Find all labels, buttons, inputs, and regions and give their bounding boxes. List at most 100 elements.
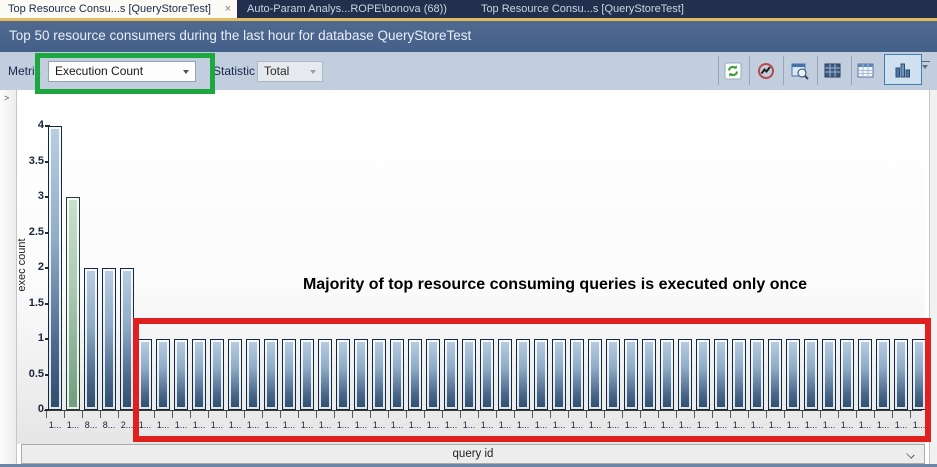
bar[interactable] <box>534 339 548 410</box>
bar[interactable] <box>372 339 386 410</box>
tab-label: Top Resource Consu...s [QueryStoreTest] <box>8 0 211 18</box>
metric-dropdown[interactable]: Execution Count <box>48 61 196 82</box>
bar-highlighted[interactable] <box>66 197 80 410</box>
bar[interactable] <box>804 339 818 410</box>
bar[interactable] <box>48 126 62 410</box>
x-tick-mark <box>802 411 803 418</box>
x-tick-label: 1... <box>856 420 874 430</box>
y-tick-label: 3.5 <box>18 155 44 167</box>
tab-top-resource-consumers-active[interactable]: Top Resource Consu...s [QueryStoreTest] … <box>0 0 237 18</box>
bar[interactable] <box>282 339 296 410</box>
toolbar-separator <box>718 56 719 85</box>
x-tick-label: 1... <box>442 420 460 430</box>
bar[interactable] <box>876 339 890 410</box>
view-query-text-icon <box>791 62 809 80</box>
bar[interactable] <box>318 339 332 410</box>
bar[interactable] <box>426 339 440 410</box>
track-query-button[interactable] <box>754 58 778 84</box>
x-tick-mark <box>442 411 443 418</box>
bar[interactable] <box>390 339 404 410</box>
bar[interactable] <box>624 339 638 410</box>
bar[interactable] <box>300 339 314 410</box>
bar[interactable] <box>336 339 350 410</box>
bar[interactable] <box>408 339 422 410</box>
bar[interactable] <box>642 339 656 410</box>
view-grid-button[interactable] <box>821 58 845 84</box>
statistic-value: Total <box>264 64 289 78</box>
bar[interactable] <box>354 339 368 410</box>
x-tick-mark <box>928 411 929 418</box>
y-tick-label: 2.5 <box>18 226 44 238</box>
chevron-down-icon <box>906 450 914 458</box>
bar[interactable] <box>912 339 926 410</box>
tab-auto-param-analysis[interactable]: Auto-Param Analys...ROPE\bonova (68)) <box>241 0 461 18</box>
bar[interactable] <box>480 339 494 410</box>
bar[interactable] <box>840 339 854 410</box>
x-tick-label: 1... <box>388 420 406 430</box>
x-tick-mark <box>172 411 173 418</box>
x-tick-mark <box>262 411 263 418</box>
report-title-bar: Top 50 resource consumers during the las… <box>0 21 937 52</box>
x-tick-mark <box>820 411 821 418</box>
close-icon[interactable]: × <box>225 0 231 18</box>
x-axis-dropdown-bar[interactable]: query id <box>21 444 925 464</box>
x-tick-label: 1... <box>352 420 370 430</box>
bar[interactable] <box>246 339 260 410</box>
x-tick-mark <box>586 411 587 418</box>
bar[interactable] <box>192 339 206 410</box>
chart-icon <box>894 61 912 79</box>
bar[interactable] <box>822 339 836 410</box>
x-tick-label: 1... <box>154 420 172 430</box>
bar[interactable] <box>588 339 602 410</box>
x-tick-mark <box>190 411 191 418</box>
refresh-button[interactable] <box>721 58 745 84</box>
y-tick-label: 0 <box>18 403 44 415</box>
bar[interactable] <box>444 339 458 410</box>
x-tick-mark <box>496 411 497 418</box>
bar[interactable] <box>498 339 512 410</box>
bar[interactable] <box>660 339 674 410</box>
bar[interactable] <box>606 339 620 410</box>
x-tick-mark <box>208 411 209 418</box>
bar[interactable] <box>696 339 710 410</box>
x-tick-label: 1... <box>226 420 244 430</box>
bar[interactable] <box>516 339 530 410</box>
bar[interactable] <box>174 339 188 410</box>
toolbar-separator <box>749 56 750 85</box>
bar[interactable] <box>894 339 908 410</box>
toolbar-overflow-icon[interactable] <box>921 61 930 62</box>
view-grid-details-button[interactable] <box>854 58 878 84</box>
x-tick-mark <box>460 411 461 418</box>
toolbar-separator <box>851 56 852 85</box>
x-axis-title: query id <box>453 448 494 460</box>
statistic-dropdown[interactable]: Total <box>257 61 323 82</box>
collapsed-left-pane[interactable]: > <box>0 90 17 467</box>
bar[interactable] <box>858 339 872 410</box>
bar[interactable] <box>156 339 170 410</box>
x-tick-mark <box>712 411 713 418</box>
bar[interactable] <box>768 339 782 410</box>
bar[interactable] <box>210 339 224 410</box>
x-tick-mark <box>370 411 371 418</box>
bar[interactable] <box>732 339 746 410</box>
bar[interactable] <box>228 339 242 410</box>
bar[interactable] <box>570 339 584 410</box>
bar[interactable] <box>714 339 728 410</box>
bar[interactable] <box>552 339 566 410</box>
bar[interactable] <box>264 339 278 410</box>
bar[interactable] <box>84 268 98 410</box>
bar[interactable] <box>138 339 152 410</box>
x-tick-mark <box>532 411 533 418</box>
bar[interactable] <box>462 339 476 410</box>
view-chart-button[interactable] <box>884 54 922 85</box>
bar[interactable] <box>120 268 134 410</box>
x-tick-mark <box>352 411 353 418</box>
bar[interactable] <box>678 339 692 410</box>
bar[interactable] <box>786 339 800 410</box>
chevron-down-icon <box>183 70 189 74</box>
tab-top-resource-consumers-2[interactable]: Top Resource Consu...s [QueryStoreTest] <box>475 0 698 18</box>
bar[interactable] <box>750 339 764 410</box>
bar[interactable] <box>102 268 116 410</box>
view-query-text-button[interactable] <box>788 58 812 84</box>
chart-annotation-text: Majority of top resource consuming queri… <box>250 276 860 294</box>
